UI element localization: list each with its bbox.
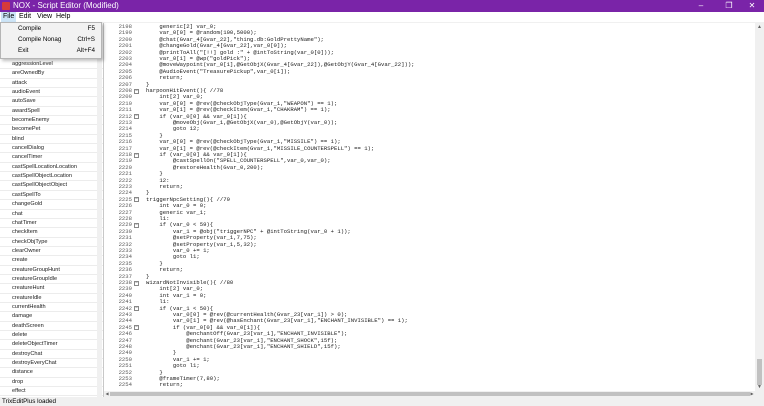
fold-toggle-icon[interactable]: −: [134, 280, 139, 286]
menu-item-compile-label: Compile: [18, 25, 42, 32]
menu-view[interactable]: View: [35, 12, 54, 22]
code-line[interactable]: 2254 return;: [104, 381, 755, 389]
menu-item-exit[interactable]: Exit Alt+F4: [1, 46, 101, 56]
menu-item-exit-label: Exit: [18, 47, 29, 54]
function-list-item[interactable]: damage: [0, 312, 103, 322]
function-list-item[interactable]: castSpellObjectObject: [0, 181, 103, 191]
function-list-item[interactable]: blind: [0, 135, 103, 145]
function-list-item[interactable]: destroyEveryChat: [0, 359, 103, 369]
menu-item-compile-nonag-label: Compile Nonag: [18, 36, 62, 43]
fold-toggle-icon[interactable]: −: [134, 222, 139, 228]
function-list-item[interactable]: becomeEnemy: [0, 116, 103, 126]
function-list: aggressionLevel areOwnedBy attack audioEven…: [0, 60, 103, 397]
vertical-scroll-thumb[interactable]: [757, 359, 762, 385]
function-list-item[interactable]: attack: [0, 79, 103, 89]
menu-help[interactable]: Help: [54, 12, 72, 22]
function-list-scrollbar[interactable]: [97, 23, 102, 397]
fold-toggle-icon[interactable]: −: [134, 152, 139, 158]
scroll-down-icon[interactable]: ▼: [755, 383, 764, 391]
minimize-button[interactable]: –: [689, 0, 713, 12]
app-icon: [2, 2, 10, 10]
menu-item-compile-nonag[interactable]: Compile Nonag Ctrl+S: [1, 35, 101, 45]
function-list-panel: aggressionLevel areOwnedBy attack audioEven…: [0, 23, 104, 397]
code-text: return;: [146, 381, 183, 389]
close-button[interactable]: ✕: [740, 0, 764, 12]
function-list-item[interactable]: cancelTimer: [0, 153, 103, 163]
function-list-item[interactable]: becomePet: [0, 125, 103, 135]
function-list-item[interactable]: aggressionLevel: [0, 60, 103, 70]
menu-item-compile[interactable]: Compile F5: [1, 24, 101, 34]
function-list-item[interactable]: castSpellObjectLocation: [0, 172, 103, 182]
function-list-item[interactable]: changeGold: [0, 200, 103, 210]
function-list-item[interactable]: areOwnedBy: [0, 69, 103, 79]
function-list-item[interactable]: cancelDialog: [0, 144, 103, 154]
function-list-item[interactable]: deathScreen: [0, 322, 103, 331]
function-list-item[interactable]: checkObjType: [0, 238, 103, 247]
status-text: TrixEditPlus loaded: [2, 398, 57, 405]
fold-toggle-icon[interactable]: −: [134, 306, 139, 312]
function-list-item[interactable]: create: [0, 256, 103, 266]
fold-toggle-icon[interactable]: −: [134, 114, 139, 120]
function-list-item[interactable]: creatureGroupHunt: [0, 266, 103, 275]
menu-item-exit-shortcut: Alt+F4: [76, 47, 95, 54]
menu-edit[interactable]: Edit: [17, 12, 33, 22]
horizontal-scroll-thumb[interactable]: [110, 392, 750, 396]
function-list-item[interactable]: awardSpell: [0, 107, 103, 117]
fold-toggle-icon[interactable]: −: [134, 325, 139, 331]
function-list-item[interactable]: castSpellLocationLocation: [0, 163, 103, 173]
file-menu-dropdown: Compile F5 Compile Nonag Ctrl+S Exit Alt…: [0, 22, 102, 59]
function-list-item[interactable]: destroyChat: [0, 350, 103, 359]
function-list-item[interactable]: deleteObjectTimer: [0, 340, 103, 350]
function-list-item[interactable]: delete: [0, 331, 103, 341]
title-bar: NOX - Script Editor (Modified) – ❐ ✕: [0, 0, 764, 12]
function-list-item[interactable]: creatureHunt: [0, 284, 103, 294]
code-editor[interactable]: 2198 generic[2] var_0; 2199 var_0[0] = @r…: [104, 23, 755, 391]
editor-vertical-scrollbar[interactable]: ▲ ▼: [755, 23, 764, 391]
function-list-item[interactable]: chatTimer: [0, 219, 103, 229]
function-list-item[interactable]: distance: [0, 368, 103, 378]
menu-item-compile-nonag-shortcut: Ctrl+S: [77, 36, 95, 43]
scroll-up-icon[interactable]: ▲: [755, 23, 764, 31]
function-list-item[interactable]: effect: [0, 387, 103, 397]
menu-item-compile-shortcut: F5: [87, 25, 95, 32]
function-list-item[interactable]: audioEvent: [0, 88, 103, 98]
function-list-item[interactable]: creatureGroupIdle: [0, 275, 103, 285]
fold-toggle-icon[interactable]: −: [134, 88, 139, 94]
function-list-item[interactable]: drop: [0, 378, 103, 388]
function-list-item[interactable]: clearOwner: [0, 247, 103, 257]
menu-bar: File Edit View Help: [0, 12, 764, 22]
menu-file[interactable]: File: [1, 12, 17, 22]
function-list-item[interactable]: creatureIdle: [0, 294, 103, 303]
window-title: NOX - Script Editor (Modified): [13, 1, 119, 10]
line-number: 2254: [118, 381, 132, 389]
function-list-item[interactable]: chat: [0, 210, 103, 219]
function-list-item[interactable]: castSpellTo: [0, 191, 103, 201]
status-bar: TrixEditPlus loaded: [0, 397, 764, 406]
fold-toggle-icon[interactable]: −: [134, 197, 139, 203]
function-list-item[interactable]: checkItem: [0, 228, 103, 238]
function-list-item[interactable]: currentHealth: [0, 303, 103, 313]
maximize-button[interactable]: ❐: [717, 0, 741, 12]
function-list-item[interactable]: autoSave: [0, 97, 103, 107]
